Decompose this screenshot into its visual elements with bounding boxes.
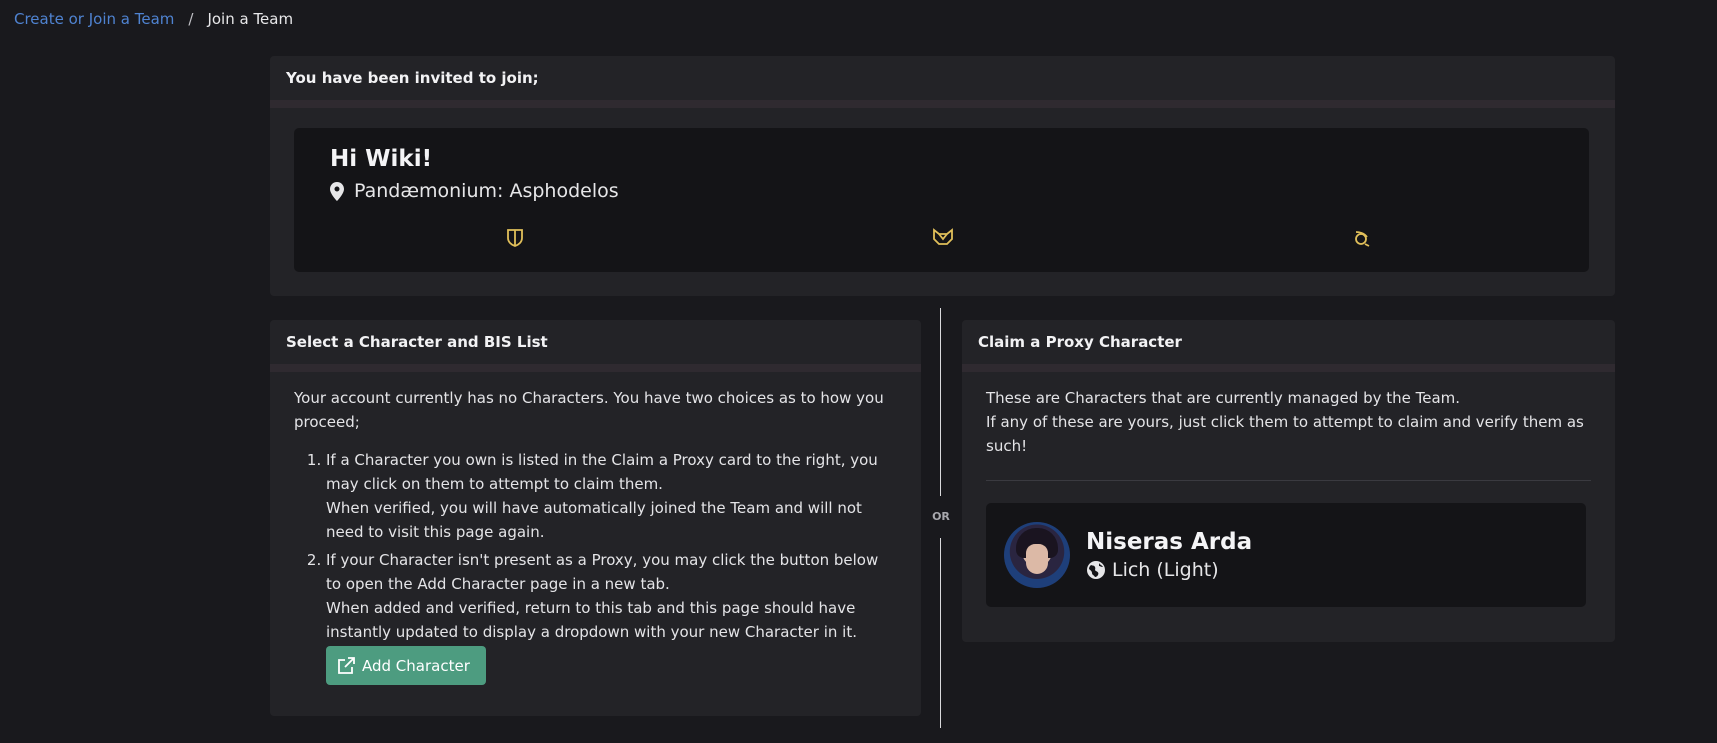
proxy-card-header: Claim a Proxy Character: [962, 320, 1615, 372]
dps-role-icon: [1352, 228, 1372, 248]
instruction-step: If a Character you own is listed in the …: [326, 448, 897, 544]
select-character-card: Select a Character and BIS List Your acc…: [270, 320, 921, 716]
team-location: Pandæmonium: Asphodelos: [330, 180, 619, 202]
globe-icon: [1087, 561, 1105, 579]
claim-proxy-card: Claim a Proxy Character These are Charac…: [962, 320, 1615, 642]
step-1-line-1: If a Character you own is listed in the …: [326, 451, 878, 493]
character-world-text: Lich (Light): [1112, 559, 1219, 581]
team-info-box: Hi Wiki! Pandæmonium: Asphodelos: [294, 128, 1589, 272]
map-pin-icon: [330, 181, 344, 201]
team-greeting: Hi Wiki!: [330, 146, 433, 172]
breadcrumb-current: Join a Team: [207, 10, 294, 28]
step-2-line-1: If your Character isn't present as a Pro…: [326, 551, 879, 593]
add-character-label: Add Character: [362, 656, 470, 675]
step-2-line-2: When added and verified, return to this …: [326, 599, 857, 641]
breadcrumb: Create or Join a Team / Join a Team: [14, 10, 293, 28]
step-1-line-2: When verified, you will have automatical…: [326, 499, 862, 541]
select-card-intro: Your account currently has no Characters…: [294, 389, 884, 431]
proxy-character-card[interactable]: Niseras Arda Lich (Light): [986, 503, 1586, 607]
external-link-icon: [338, 656, 355, 674]
healer-role-icon: [932, 228, 954, 246]
instruction-steps: If a Character you own is listed in the …: [294, 448, 897, 685]
team-location-text: Pandæmonium: Asphodelos: [354, 180, 619, 202]
character-world: Lich (Light): [1086, 559, 1252, 581]
proxy-card-line-2: If any of these are yours, just click th…: [986, 413, 1584, 455]
character-name: Niseras Arda: [1086, 529, 1253, 555]
tank-role-icon: [506, 228, 524, 248]
breadcrumb-separator: /: [188, 10, 194, 28]
select-card-header: Select a Character and BIS List: [270, 320, 921, 372]
or-label: OR: [932, 510, 950, 523]
proxy-card-line-1: These are Characters that are currently …: [986, 389, 1461, 407]
proxy-divider: [986, 480, 1591, 481]
breadcrumb-link-create-or-join[interactable]: Create or Join a Team: [14, 10, 174, 28]
avatar: [1004, 522, 1070, 588]
invite-card: You have been invited to join; Hi Wiki! …: [270, 56, 1615, 296]
instruction-step: If your Character isn't present as a Pro…: [326, 548, 897, 685]
invite-card-header: You have been invited to join;: [270, 56, 1615, 108]
add-character-button[interactable]: Add Character: [326, 646, 486, 685]
proxy-character-info: Niseras Arda Lich (Light): [1086, 529, 1252, 581]
